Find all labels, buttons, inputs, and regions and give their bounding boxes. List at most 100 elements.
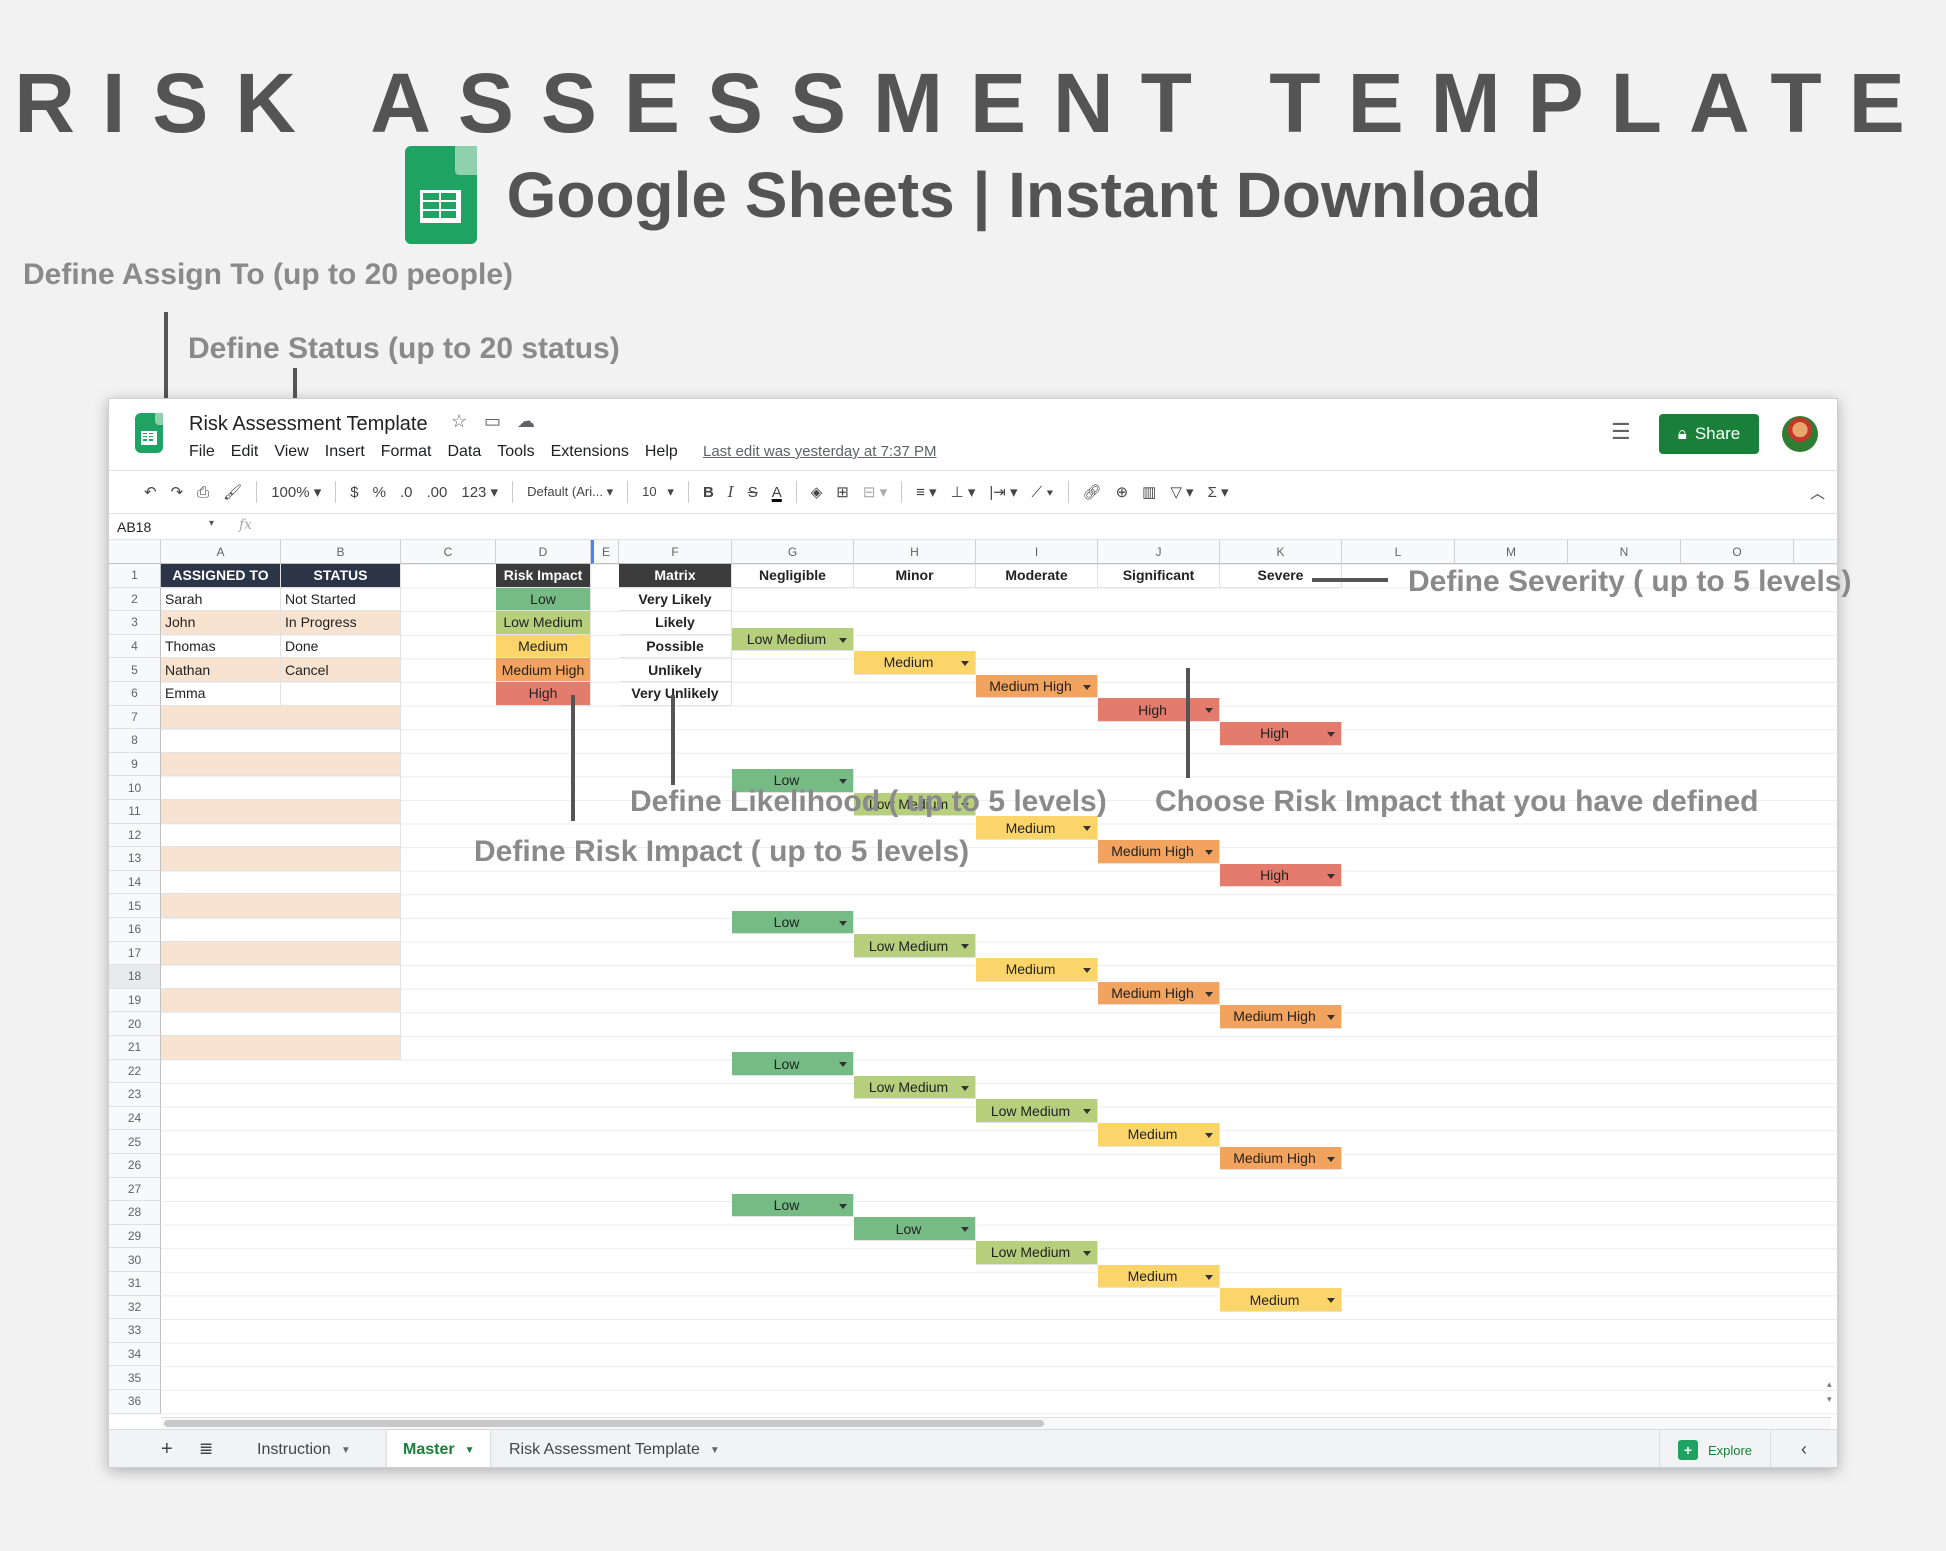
- insert-link-icon[interactable]: 🔗︎: [1083, 483, 1102, 501]
- percent-format-button[interactable]: %: [373, 484, 386, 501]
- matrix-dropdown-cell[interactable]: High: [1220, 721, 1342, 746]
- merge-cells-icon[interactable]: ⊟ ▾: [863, 483, 887, 501]
- row-header[interactable]: 15: [109, 894, 161, 918]
- likelihood-label[interactable]: Very Unlikely: [619, 682, 732, 706]
- matrix-dropdown-cell[interactable]: High: [1098, 698, 1220, 722]
- row-header-selected[interactable]: 18: [109, 965, 161, 989]
- banded-row[interactable]: [161, 729, 401, 753]
- italic-button[interactable]: I: [728, 483, 734, 501]
- banded-row[interactable]: [161, 894, 401, 918]
- row-header[interactable]: 23: [109, 1083, 161, 1107]
- row-header[interactable]: 5: [109, 658, 161, 682]
- matrix-dropdown-cell[interactable]: Medium: [1098, 1264, 1220, 1289]
- menu-view[interactable]: View: [274, 443, 308, 461]
- likelihood-label[interactable]: Likely: [619, 611, 732, 635]
- move-folder-icon[interactable]: ▭: [484, 411, 501, 432]
- matrix-dropdown-cell[interactable]: Low: [732, 1052, 854, 1076]
- matrix-dropdown-cell[interactable]: Low: [732, 910, 854, 935]
- font-size-select[interactable]: 10 ▾: [642, 484, 674, 500]
- row-header[interactable]: 16: [109, 918, 161, 942]
- matrix-dropdown-cell[interactable]: Medium: [1220, 1288, 1342, 1312]
- person-cell[interactable]: Thomas: [161, 634, 281, 659]
- banded-row[interactable]: [161, 752, 401, 777]
- matrix-dropdown-cell[interactable]: Low: [854, 1217, 976, 1242]
- matrix-dropdown-cell[interactable]: Low Medium: [976, 1099, 1098, 1124]
- vertical-align-icon[interactable]: ⊥ ▾: [951, 483, 976, 501]
- banded-row[interactable]: [161, 870, 401, 895]
- more-formats-select[interactable]: 123 ▾: [461, 483, 498, 501]
- filter-icon[interactable]: ▽ ▾: [1170, 483, 1193, 501]
- matrix-dropdown-cell[interactable]: Low Medium: [732, 627, 854, 652]
- row-header[interactable]: 3: [109, 611, 161, 635]
- menu-extensions[interactable]: Extensions: [551, 443, 629, 461]
- row-header[interactable]: 11: [109, 800, 161, 824]
- menu-format[interactable]: Format: [381, 443, 432, 461]
- tab-risk-assessment-template[interactable]: Risk Assessment Template ▼: [493, 1430, 736, 1467]
- col-header-l[interactable]: L: [1342, 540, 1455, 564]
- explore-button[interactable]: + Explore: [1659, 1430, 1771, 1467]
- formula-input[interactable]: [267, 514, 1837, 540]
- menu-file[interactable]: File: [189, 443, 215, 461]
- col-header-b[interactable]: B: [281, 540, 401, 564]
- strikethrough-button[interactable]: S: [748, 484, 758, 501]
- insert-chart-icon[interactable]: ▥: [1142, 483, 1156, 501]
- scroll-up-arrow-icon[interactable]: ▴: [1827, 1379, 1832, 1390]
- comment-history-icon[interactable]: ☰: [1611, 419, 1631, 445]
- status-cell[interactable]: Not Started: [281, 587, 401, 612]
- name-box[interactable]: AB18: [117, 519, 151, 535]
- risk-impact-level[interactable]: High: [496, 682, 591, 706]
- col-header-g[interactable]: G: [732, 540, 854, 564]
- row-header[interactable]: 21: [109, 1036, 161, 1060]
- currency-format-button[interactable]: $: [350, 484, 358, 501]
- name-box-dropdown-icon[interactable]: ▾: [209, 518, 214, 529]
- col-header-j[interactable]: J: [1098, 540, 1220, 564]
- row-header[interactable]: 14: [109, 870, 161, 895]
- tab-dropdown-icon[interactable]: ▼: [710, 1445, 720, 1456]
- matrix-dropdown-cell[interactable]: Medium High: [1098, 981, 1220, 1006]
- risk-impact-level[interactable]: Medium High: [496, 658, 591, 682]
- undo-icon[interactable]: ↶: [144, 483, 157, 501]
- row-header[interactable]: 4: [109, 634, 161, 659]
- text-wrap-icon[interactable]: |⇥ ▾: [989, 483, 1017, 501]
- horizontal-scrollbar-thumb[interactable]: [164, 1420, 1044, 1427]
- borders-icon[interactable]: ⊞: [836, 483, 849, 501]
- col-header-m[interactable]: M: [1455, 540, 1568, 564]
- col-header-f[interactable]: F: [619, 540, 732, 564]
- banded-row[interactable]: [161, 941, 401, 966]
- functions-icon[interactable]: Σ ▾: [1208, 483, 1229, 501]
- matrix-dropdown-cell[interactable]: Medium High: [1220, 1005, 1342, 1029]
- severity-header[interactable]: Severe: [1220, 564, 1342, 588]
- row-header[interactable]: 19: [109, 988, 161, 1013]
- row-header[interactable]: 17: [109, 941, 161, 966]
- tab-master[interactable]: Master ▼: [387, 1430, 491, 1467]
- matrix-dropdown-cell[interactable]: Medium: [976, 816, 1098, 840]
- banded-row[interactable]: [161, 800, 401, 824]
- risk-impact-level[interactable]: Medium: [496, 634, 591, 659]
- status-cell[interactable]: In Progress: [281, 611, 401, 635]
- row-header[interactable]: 20: [109, 1012, 161, 1036]
- likelihood-label[interactable]: Possible: [619, 634, 732, 659]
- menu-tools[interactable]: Tools: [497, 443, 534, 461]
- tab-instruction[interactable]: Instruction ▼: [241, 1430, 367, 1467]
- row-header[interactable]: 6: [109, 682, 161, 706]
- increase-decimal-button[interactable]: .00: [427, 484, 448, 501]
- collapse-side-panel-icon[interactable]: ‹: [1801, 1439, 1807, 1460]
- menu-insert[interactable]: Insert: [325, 443, 365, 461]
- matrix-dropdown-cell[interactable]: Low Medium: [854, 1075, 976, 1100]
- matrix-dropdown-cell[interactable]: Medium: [854, 651, 976, 675]
- header-risk-impact[interactable]: Risk Impact: [496, 564, 591, 588]
- zoom-select[interactable]: 100% ▾: [271, 483, 321, 501]
- decrease-decimal-button[interactable]: .0: [400, 484, 413, 501]
- col-header-h[interactable]: H: [854, 540, 976, 564]
- scroll-down-arrow-icon[interactable]: ▾: [1827, 1394, 1832, 1405]
- matrix-dropdown-cell[interactable]: High: [1220, 863, 1342, 888]
- text-color-button[interactable]: A: [772, 484, 782, 501]
- matrix-dropdown-cell[interactable]: Low Medium: [854, 934, 976, 958]
- banded-row[interactable]: [161, 776, 401, 800]
- severity-header[interactable]: Negligible: [732, 564, 854, 588]
- header-status[interactable]: STATUS: [281, 564, 401, 588]
- row-header[interactable]: 33: [109, 1319, 161, 1343]
- menu-help[interactable]: Help: [645, 443, 678, 461]
- header-matrix[interactable]: Matrix: [619, 564, 732, 588]
- col-header-d[interactable]: D: [496, 540, 591, 564]
